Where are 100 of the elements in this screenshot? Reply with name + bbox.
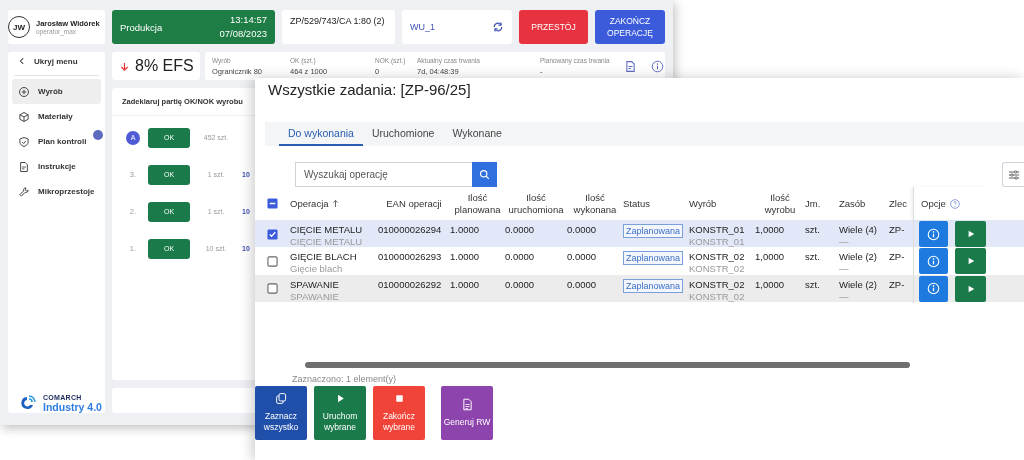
start-button[interactable] bbox=[955, 248, 986, 275]
table-cell-text: Gięcie blach bbox=[290, 263, 344, 276]
select-all-checkbox[interactable] bbox=[267, 198, 278, 209]
tab[interactable]: Wykonane bbox=[443, 122, 511, 146]
filter-button[interactable] bbox=[1002, 162, 1024, 187]
chevron-left-icon bbox=[18, 57, 26, 65]
table-cell-text: 010000026294 bbox=[378, 224, 443, 236]
table-cell-text: 0.0000 bbox=[505, 278, 536, 291]
table-cell-text: SPAWANIE bbox=[290, 278, 340, 291]
hide-menu-button[interactable]: Ukryj menu bbox=[8, 52, 105, 70]
cube-icon bbox=[18, 110, 30, 123]
clock-time: 13:14:57 bbox=[229, 13, 267, 27]
order-number: ZP/529/743/CA 1:80 (2) bbox=[282, 10, 395, 44]
column-header: Status bbox=[623, 197, 651, 210]
wrench-icon bbox=[18, 185, 30, 198]
play-icon bbox=[966, 230, 975, 238]
workcenter-label: WU_1 bbox=[410, 22, 435, 32]
table-cell-text: ZP- bbox=[889, 251, 906, 264]
table-cell-text: KONSTR_02 bbox=[689, 290, 746, 303]
table-cell-text: 0.0000 bbox=[567, 251, 598, 264]
status-tag: Zaplanowana bbox=[623, 278, 684, 293]
table-cell-text: — bbox=[839, 263, 850, 276]
play-icon bbox=[966, 257, 975, 266]
table-cell-text: Wiele (2) bbox=[839, 251, 878, 264]
refresh-icon bbox=[492, 21, 504, 33]
search-button[interactable] bbox=[472, 162, 497, 187]
table-cell-text: 1.0000 bbox=[450, 224, 481, 236]
table-cell-text: 1,0000 bbox=[755, 224, 786, 236]
checkbox[interactable] bbox=[267, 228, 278, 240]
table-cell-text: 1.0000 bbox=[450, 278, 481, 291]
finish-button[interactable]: ZAKOŃCZ OPERACJĘ bbox=[595, 10, 665, 44]
table-row[interactable]: SPAWANIE SPAWANIE 010000026292 1.0000 0.0000 0.0000 Zaplanowana KONSTR_02 KONSTR_02 1,0000 szt. Wiele (2) — ZP- bbox=[255, 274, 1024, 302]
help-icon[interactable] bbox=[949, 198, 960, 209]
table-cell-text: 010000026292 bbox=[378, 278, 443, 291]
table-cell-text: 1,0000 bbox=[755, 251, 786, 264]
clock-date: 07/08/2023 bbox=[219, 27, 267, 41]
table-cell-text: CIĘCIE METALU bbox=[290, 236, 364, 248]
start-button[interactable] bbox=[955, 221, 986, 247]
sort-up-icon[interactable] bbox=[331, 199, 339, 208]
info-icon[interactable] bbox=[651, 59, 664, 73]
select-all-button[interactable]: Zaznacz wszystko bbox=[255, 386, 307, 440]
finish-selected-button[interactable]: Zakończ wybrane bbox=[373, 386, 425, 440]
downtime-button[interactable]: PRZESTÓJ bbox=[519, 10, 588, 44]
table-row[interactable]: GIĘCIE BLACH Gięcie blach 010000026293 1.0000 0.0000 0.0000 Zaplanowana KONSTR_02 KONSTR_02 1,0000 szt. Wiele (2) — ZP- bbox=[255, 247, 1024, 275]
table-cell-text: KONSTR_02 bbox=[689, 278, 746, 291]
start-button[interactable] bbox=[955, 275, 986, 302]
info-button[interactable] bbox=[919, 248, 948, 275]
start-selected-button[interactable]: Uruchom wybrane bbox=[314, 386, 366, 440]
shield-icon bbox=[18, 135, 30, 148]
column-header: Wyrób bbox=[689, 197, 718, 210]
table-cell-text: ZP- bbox=[889, 224, 906, 236]
menu-item[interactable]: Instrukcje bbox=[12, 154, 101, 179]
menu-item[interactable]: Materiały bbox=[12, 104, 101, 129]
table-cell-text: 0.0000 bbox=[567, 224, 598, 236]
efficiency-value: 8% EFS bbox=[135, 57, 194, 75]
table-cell-text: CIĘCIE METALU bbox=[290, 224, 364, 236]
table-cell-text: Wiele (4) bbox=[839, 224, 878, 236]
table-cell-text: 0.0000 bbox=[567, 278, 598, 291]
status-tag: Zaplanowana bbox=[623, 224, 684, 238]
table-cell-text: KONSTR_01 bbox=[689, 236, 746, 248]
column-header: Opcje bbox=[921, 197, 946, 210]
table-cell-text: 010000026293 bbox=[378, 251, 443, 264]
table-row[interactable]: CIĘCIE METALU CIĘCIE METALU 010000026294 1.0000 0.0000 0.0000 Zaplanowana KONSTR_01 KONSTR_01 1,0000 szt. Wiele (4) — ZP- bbox=[255, 220, 1024, 248]
search-field[interactable]: Wyszukaj operację bbox=[295, 162, 472, 187]
table-cell-text: KONSTR_02 bbox=[689, 251, 746, 264]
column-header: Ilość wyrobu bbox=[763, 191, 797, 216]
document-icon[interactable] bbox=[624, 59, 637, 73]
info-icon bbox=[927, 254, 940, 268]
menu-item[interactable]: Plan kontroli bbox=[12, 129, 101, 154]
document-icon bbox=[18, 160, 30, 173]
workcenter-card[interactable]: WU_1 bbox=[402, 10, 512, 44]
status-tag: Zaplanowana bbox=[623, 251, 684, 266]
table-cell-text: SPAWANIE bbox=[290, 290, 340, 303]
table-cell-text: GIĘCIE BLACH bbox=[290, 251, 358, 264]
tab[interactable]: Do wykonania bbox=[279, 122, 363, 146]
info-icon bbox=[927, 282, 940, 296]
info-button[interactable] bbox=[919, 221, 948, 247]
column-header: Ilość planowana bbox=[453, 191, 502, 216]
table-cell-text: — bbox=[839, 290, 850, 303]
tab[interactable]: Uruchomione bbox=[362, 122, 444, 146]
column-header: Jm. bbox=[805, 197, 822, 210]
checkbox[interactable] bbox=[267, 255, 278, 267]
table-cell-text: ZP- bbox=[889, 278, 906, 291]
table-cell-text: KONSTR_02 bbox=[689, 263, 746, 276]
checkbox[interactable] bbox=[267, 283, 278, 295]
column-header: Ilość uruchomiona bbox=[507, 191, 565, 216]
table-cell-text: KONSTR_01 bbox=[689, 224, 746, 236]
product-name: Industry 4.0 bbox=[43, 400, 102, 413]
table-cell-text: szt. bbox=[805, 251, 821, 264]
menu-item[interactable]: Wyrób bbox=[12, 79, 101, 104]
selection-count: Zaznaczono: 1 element(y) bbox=[292, 374, 398, 386]
menu-item[interactable]: Mikroprzestoje bbox=[12, 179, 101, 204]
table-cell-text: 0.0000 bbox=[505, 224, 536, 236]
info-button[interactable] bbox=[919, 275, 948, 302]
scrollbar[interactable] bbox=[305, 362, 910, 368]
sliders-icon bbox=[1007, 168, 1020, 181]
play-icon bbox=[966, 284, 975, 293]
column-header: Zlec bbox=[889, 197, 908, 210]
column-header: EAN operacji bbox=[385, 197, 443, 210]
mode-label: Produkcja bbox=[120, 21, 163, 33]
